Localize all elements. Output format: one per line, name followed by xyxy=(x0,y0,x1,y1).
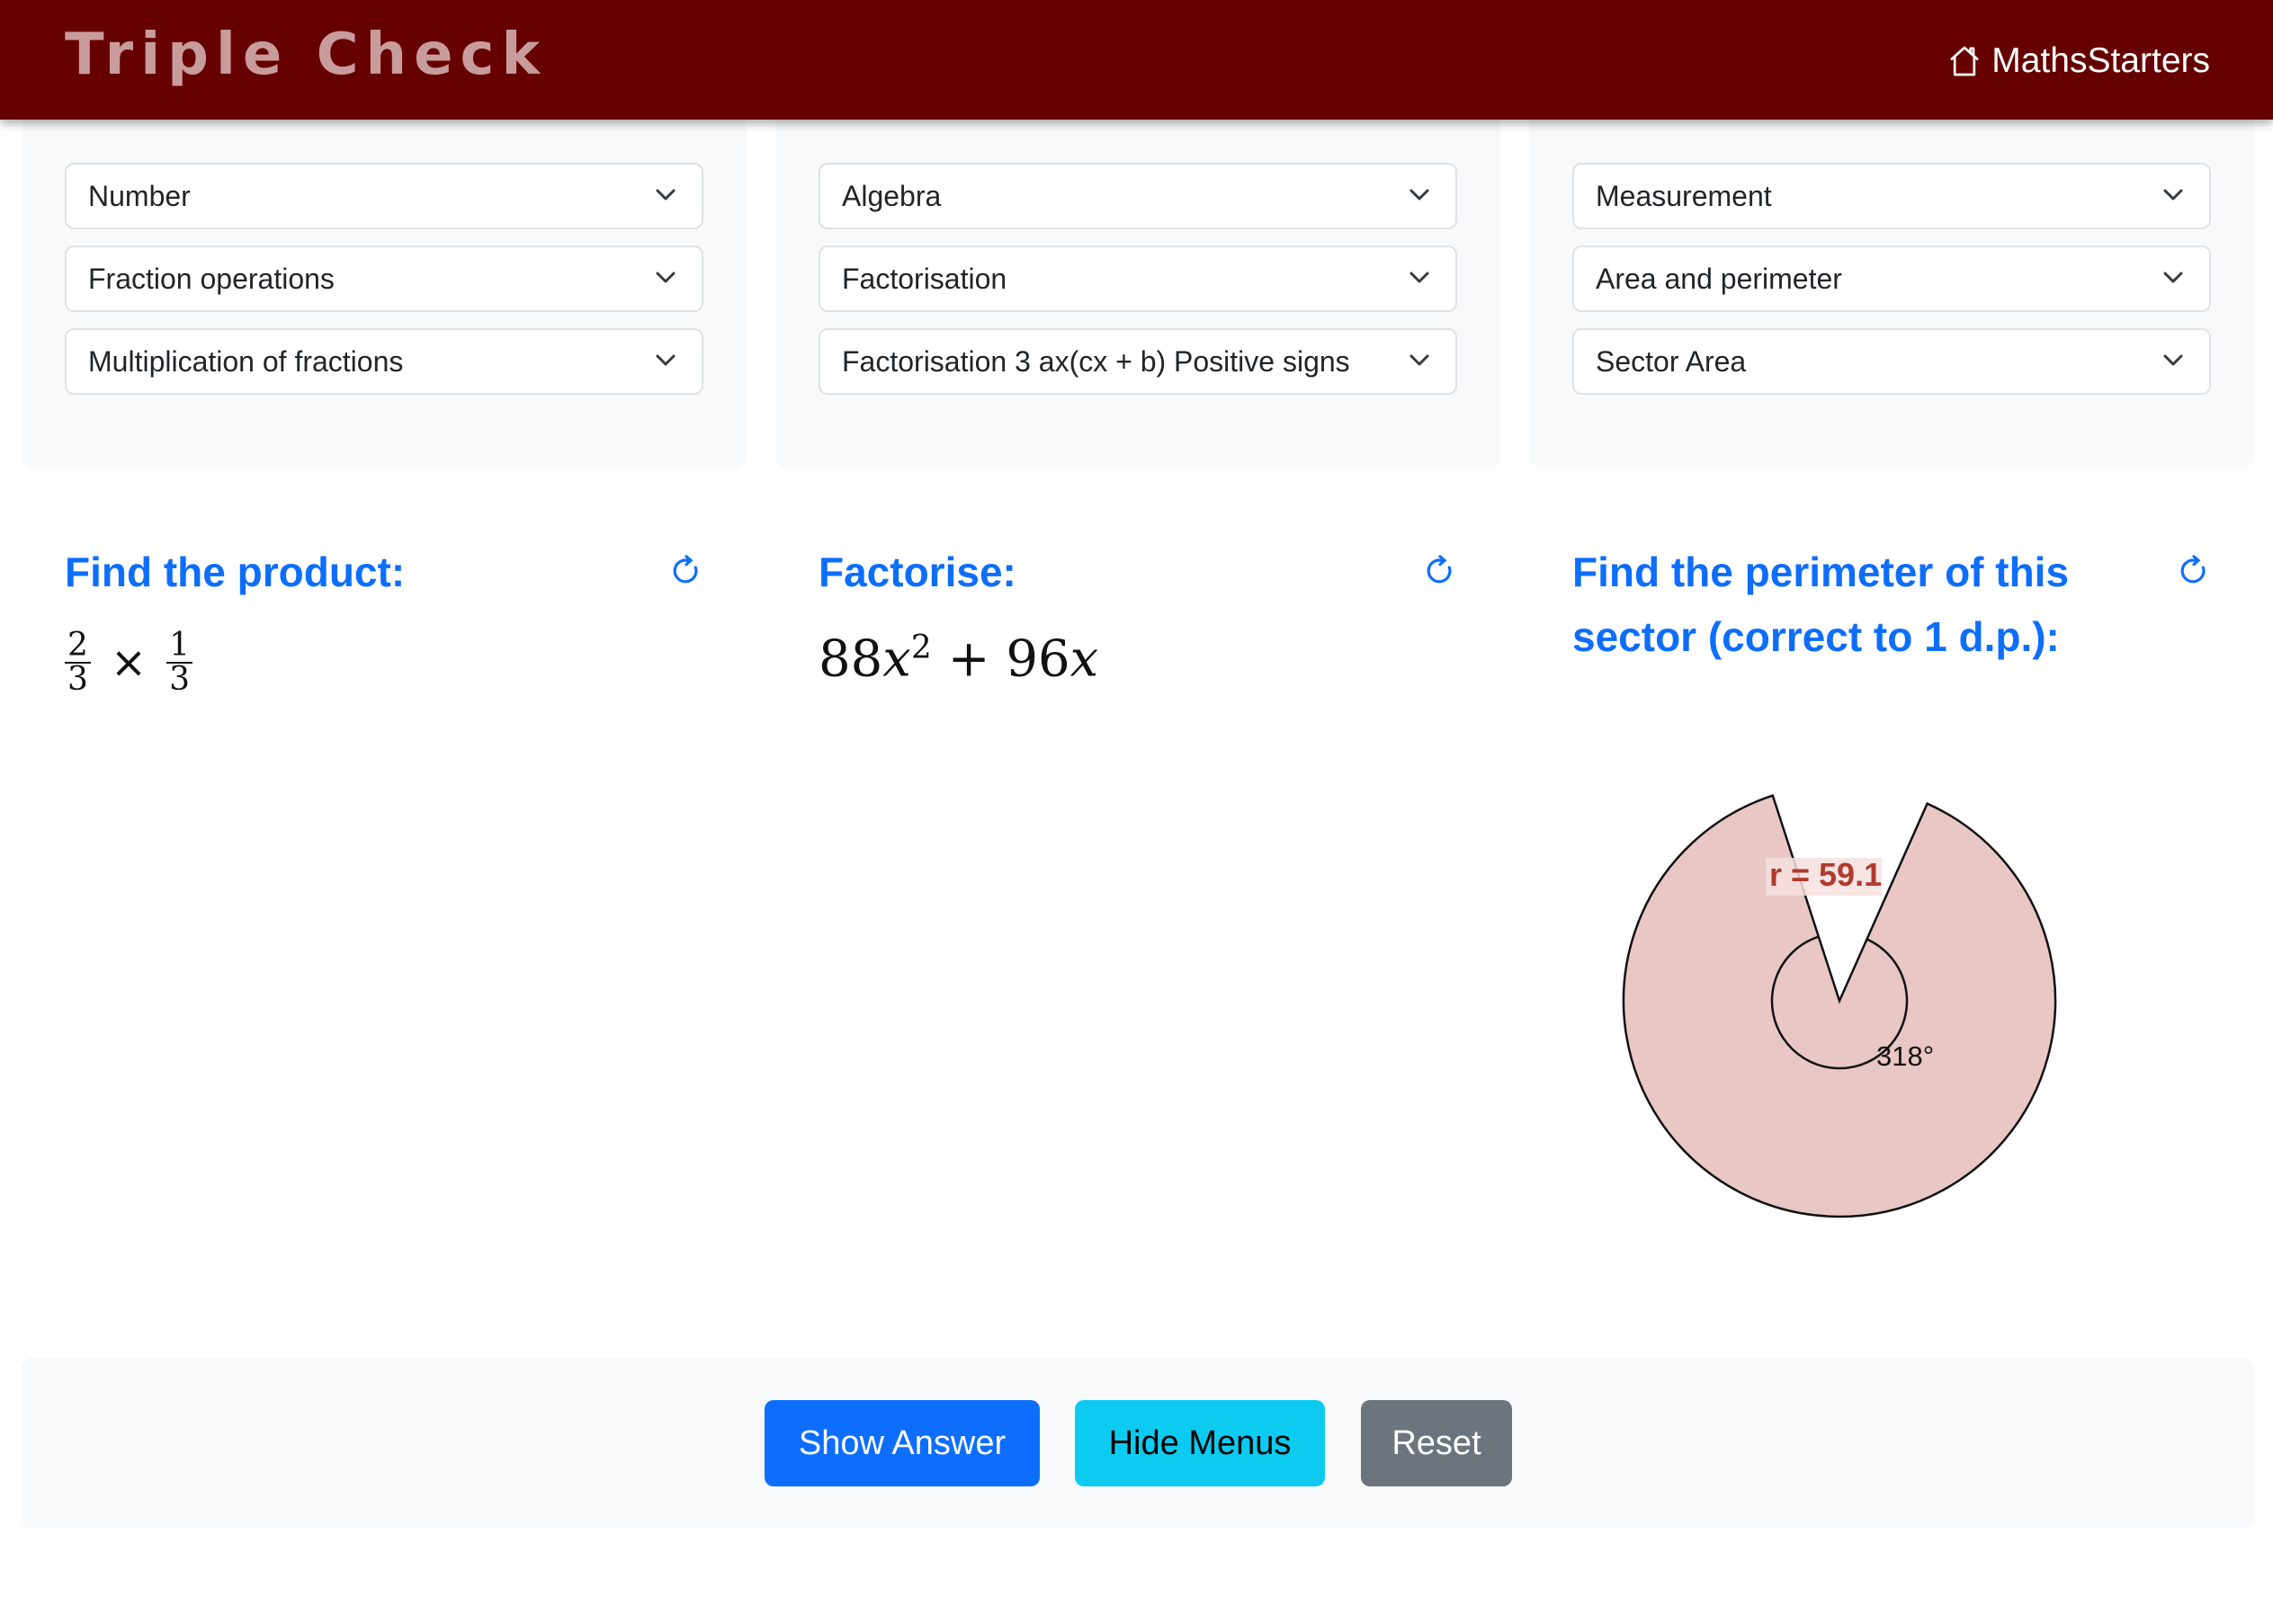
hide-menus-button[interactable]: Hide Menus xyxy=(1075,1400,1325,1486)
home-icon xyxy=(1950,46,1980,76)
chevron-down-icon xyxy=(1409,354,1429,366)
chevron-down-icon xyxy=(656,354,676,366)
select-value: Area and perimeter xyxy=(1596,262,1842,295)
select-value: Measurement xyxy=(1596,179,1772,212)
chevron-down-icon xyxy=(656,272,676,283)
refresh-icon[interactable] xyxy=(1423,554,1457,588)
term-1-coefficient: 88 xyxy=(819,629,883,689)
question-2: Factorise: 88x2 + 96x xyxy=(819,540,1466,689)
select-value: Number xyxy=(88,179,191,212)
show-answer-button[interactable]: Show Answer xyxy=(765,1400,1040,1486)
multiply-operator: × xyxy=(110,638,148,688)
topic-select-1[interactable]: Fraction operations xyxy=(65,245,703,312)
footer-toolbar: Show Answer Hide Menus Reset xyxy=(22,1358,2254,1529)
chevron-down-icon xyxy=(1409,272,1429,283)
fraction-b-numerator: 1 xyxy=(166,629,193,664)
fraction-b-denominator: 3 xyxy=(169,661,191,698)
fraction-a-denominator: 3 xyxy=(67,661,88,698)
term-1-exponent: 2 xyxy=(910,629,932,666)
select-value: Multiplication of fractions xyxy=(88,344,404,378)
chevron-down-icon xyxy=(656,189,676,201)
chevron-down-icon xyxy=(1409,189,1429,201)
angle-label: 318° xyxy=(1876,1040,1934,1072)
select-value: Algebra xyxy=(842,179,942,212)
select-value: Fraction operations xyxy=(88,262,335,295)
category-select-1[interactable]: Number xyxy=(65,163,703,229)
app-title: Triple Check xyxy=(65,22,547,88)
reset-button[interactable]: Reset xyxy=(1361,1400,1512,1486)
top-navbar: Triple Check MathsStarters xyxy=(0,0,2273,120)
menu-panel-2: Algebra Factorisation Factorisation 3 ax… xyxy=(775,120,1500,468)
chevron-down-icon xyxy=(2163,272,2183,283)
chevron-down-icon xyxy=(2163,354,2183,366)
fraction-a-numerator: 2 xyxy=(65,629,91,664)
fraction-expression: 2 3 × 1 3 xyxy=(65,629,193,698)
term-1-variable: x xyxy=(882,629,911,689)
subtopic-select-3[interactable]: Sector Area xyxy=(1572,328,2211,395)
sector-diagram: r = 59.1 318° xyxy=(1622,794,2057,1218)
topic-select-3[interactable]: Area and perimeter xyxy=(1572,245,2211,312)
topic-select-2[interactable]: Factorisation xyxy=(819,245,1457,312)
home-link-label: MathsStarters xyxy=(1991,41,2210,80)
plus-operator: + xyxy=(947,629,990,689)
select-value: Factorisation 3 ax(cx + b) Positive sign… xyxy=(842,344,1350,378)
question-title: Find the product: xyxy=(65,549,406,595)
radius-label: r = 59.1 xyxy=(1769,856,1882,893)
refresh-icon[interactable] xyxy=(2177,554,2211,588)
category-select-3[interactable]: Measurement xyxy=(1572,163,2211,229)
question-title: Factorise: xyxy=(819,549,1016,595)
fraction-b: 1 3 xyxy=(166,629,193,698)
category-select-2[interactable]: Algebra xyxy=(819,163,1457,229)
menu-panel-3: Measurement Area and perimeter Sector Ar… xyxy=(1529,120,2254,468)
fraction-a: 2 3 xyxy=(65,629,91,696)
refresh-icon[interactable] xyxy=(669,554,703,588)
question-title: Find the perimeter of this sector (corre… xyxy=(1572,549,2070,660)
term-2-variable: x xyxy=(1069,629,1099,689)
algebra-expression: 88x2 + 96x xyxy=(819,629,1098,689)
subtopic-select-1[interactable]: Multiplication of fractions xyxy=(65,328,703,395)
select-value: Sector Area xyxy=(1596,344,1747,378)
question-3: Find the perimeter of this sector (corre… xyxy=(1572,540,2220,669)
menu-panel-1: Number Fraction operations Multiplicatio… xyxy=(22,120,747,468)
mathsstarters-home-link[interactable]: MathsStarters xyxy=(1946,34,2210,88)
term-2-coefficient: 96 xyxy=(1006,629,1070,689)
question-1: Find the product: 2 3 × 1 3 xyxy=(65,540,712,696)
chevron-down-icon xyxy=(2163,189,2183,201)
select-value: Factorisation xyxy=(842,262,1007,295)
subtopic-select-2[interactable]: Factorisation 3 ax(cx + b) Positive sign… xyxy=(819,328,1457,395)
